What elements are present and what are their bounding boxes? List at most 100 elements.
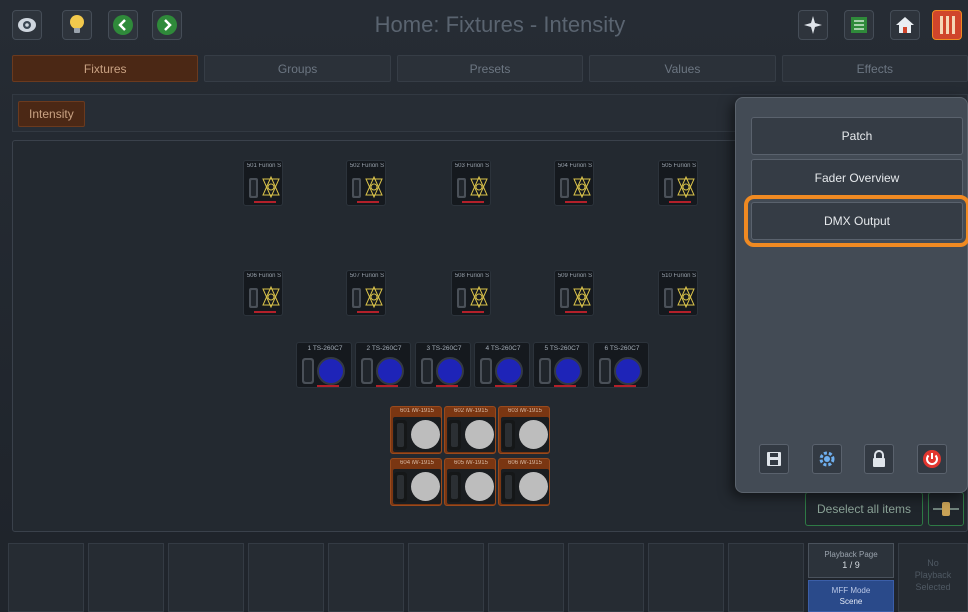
- crosshair-fixture-icon: [933, 502, 959, 516]
- playback-slot[interactable]: [8, 543, 84, 612]
- tab-effects[interactable]: Effects: [781, 55, 968, 82]
- fixture-tile-selected[interactable]: 603 iW-1915: [498, 406, 550, 454]
- fixture-tile[interactable]: 501 Furion S: [243, 160, 283, 206]
- mff-mode-label: MFF Mode: [831, 586, 871, 595]
- fixture-label: 1 TS-260C7: [307, 345, 343, 352]
- intensity-fader: [560, 178, 569, 198]
- fixture-tile[interactable]: 3 TS-260C7: [415, 342, 471, 388]
- playback-slot[interactable]: [328, 543, 404, 612]
- fixture-label: 3 TS-260C7: [426, 345, 462, 352]
- tab-presets[interactable]: Presets: [396, 55, 584, 82]
- chevron-right-icon: [157, 15, 177, 35]
- fixture-tile[interactable]: 504 Furion S: [554, 160, 594, 206]
- fixture-locate-button[interactable]: [928, 492, 964, 526]
- furion-icon: [677, 285, 695, 309]
- playback-slot[interactable]: [88, 543, 164, 612]
- no-playback-line: Selected: [915, 582, 951, 592]
- forward-button[interactable]: [152, 10, 182, 40]
- fixture-tile[interactable]: 508 Furion S: [451, 270, 491, 316]
- fixture-tile-selected[interactable]: 606 iW-1915: [498, 458, 550, 506]
- level-bar: [254, 311, 276, 313]
- level-bar: [317, 385, 339, 387]
- playback-page-label: Playback Page: [824, 550, 878, 559]
- fixture-label: 2 TS-260C7: [366, 345, 402, 352]
- tab-fixtures[interactable]: Fixtures: [12, 55, 199, 82]
- home-button[interactable]: [890, 10, 920, 40]
- playback-slot[interactable]: [728, 543, 804, 612]
- intensity-fader: [394, 420, 407, 450]
- fixture-label: 606 iW-1915: [508, 460, 542, 466]
- fixture-tile[interactable]: 2 TS-260C7: [355, 342, 411, 388]
- fixture-tile[interactable]: 6 TS-260C7: [593, 342, 649, 388]
- fixture-label: 506 Furion S: [246, 273, 282, 279]
- fixture-tile-selected[interactable]: 602 iW-1915: [444, 406, 496, 454]
- level-bar: [357, 311, 379, 313]
- fixture-tile[interactable]: 5 TS-260C7: [533, 342, 589, 388]
- magic-button[interactable]: [798, 10, 828, 40]
- color-indicator: [614, 357, 642, 385]
- eye-icon: [18, 18, 36, 32]
- playback-page-button[interactable]: Playback Page 1 / 9: [808, 543, 894, 578]
- fixture-tile[interactable]: 503 Furion S: [451, 160, 491, 206]
- intensity-fader: [249, 178, 258, 198]
- playback-slot[interactable]: [568, 543, 644, 612]
- fixture-tile[interactable]: 1 TS-260C7: [296, 342, 352, 388]
- intensity-fader: [502, 420, 515, 450]
- intensity-fader: [457, 178, 466, 198]
- playback-slot[interactable]: [488, 543, 564, 612]
- mff-mode-value: Scene: [839, 597, 863, 606]
- sparkle-icon: [804, 16, 822, 34]
- lightbulb-button[interactable]: [62, 10, 92, 40]
- fixture-tile[interactable]: 502 Furion S: [346, 160, 386, 206]
- power-button[interactable]: [917, 444, 947, 474]
- save-icon: [767, 452, 781, 466]
- fixture-label: 510 Furion S: [661, 273, 697, 279]
- intensity-fader: [448, 472, 461, 502]
- back-button[interactable]: [108, 10, 138, 40]
- fixture-label: 508 Furion S: [454, 273, 490, 279]
- color-indicator: [317, 357, 345, 385]
- settings-button[interactable]: [812, 444, 842, 474]
- tab-groups[interactable]: Groups: [204, 55, 391, 82]
- fixture-label: 501 Furion S: [246, 163, 282, 169]
- save-button[interactable]: [759, 444, 789, 474]
- fixture-tile[interactable]: 509 Furion S: [554, 270, 594, 316]
- level-bar: [495, 385, 517, 387]
- fixture-tile[interactable]: 510 Furion S: [658, 270, 698, 316]
- playback-slot[interactable]: [408, 543, 484, 612]
- fixture-tile[interactable]: 505 Furion S: [658, 160, 698, 206]
- level-bar: [436, 385, 458, 387]
- intensity-fader: [249, 288, 258, 308]
- color-indicator: [376, 357, 404, 385]
- fixture-tile-selected[interactable]: 604 iW-1915: [390, 458, 442, 506]
- furion-icon: [573, 285, 591, 309]
- fixture-tile-selected[interactable]: 601 iW-1915: [390, 406, 442, 454]
- page-title: Home: Fixtures - Intensity: [374, 12, 626, 37]
- app-window: Home: Fixtures - Intensity Fixtures Grou…: [0, 0, 968, 612]
- fixture-label: 507 Furion S: [349, 273, 385, 279]
- intensity-fader: [599, 358, 611, 384]
- program-button[interactable]: [844, 10, 874, 40]
- eye-button[interactable]: [12, 10, 42, 40]
- fixture-tile[interactable]: 507 Furion S: [346, 270, 386, 316]
- tab-values[interactable]: Values: [589, 55, 776, 82]
- faders-button[interactable]: [932, 10, 962, 40]
- playback-slot[interactable]: [648, 543, 724, 612]
- dmx-output-button[interactable]: DMX Output: [744, 195, 968, 247]
- fixture-tile-selected[interactable]: 605 iW-1915: [444, 458, 496, 506]
- intensity-fader: [502, 472, 515, 502]
- fixture-tile[interactable]: 506 Furion S: [243, 270, 283, 316]
- playback-slot[interactable]: [248, 543, 324, 612]
- lock-button[interactable]: [864, 444, 894, 474]
- deselect-all-button[interactable]: Deselect all items: [805, 492, 923, 526]
- intensity-chip[interactable]: Intensity: [18, 101, 85, 127]
- playback-slot[interactable]: [168, 543, 244, 612]
- fixture-label: 604 iW-1915: [400, 460, 434, 466]
- fixture-label: 4 TS-260C7: [485, 345, 521, 352]
- fixture-tile[interactable]: 4 TS-260C7: [474, 342, 530, 388]
- home-menu-panel: Patch Fader Overview DMX Output: [735, 97, 968, 493]
- mff-mode-button[interactable]: MFF Mode Scene: [808, 580, 894, 612]
- fader-overview-button[interactable]: Fader Overview: [751, 159, 963, 197]
- patch-button[interactable]: Patch: [751, 117, 963, 155]
- no-playback-line: No: [927, 558, 939, 568]
